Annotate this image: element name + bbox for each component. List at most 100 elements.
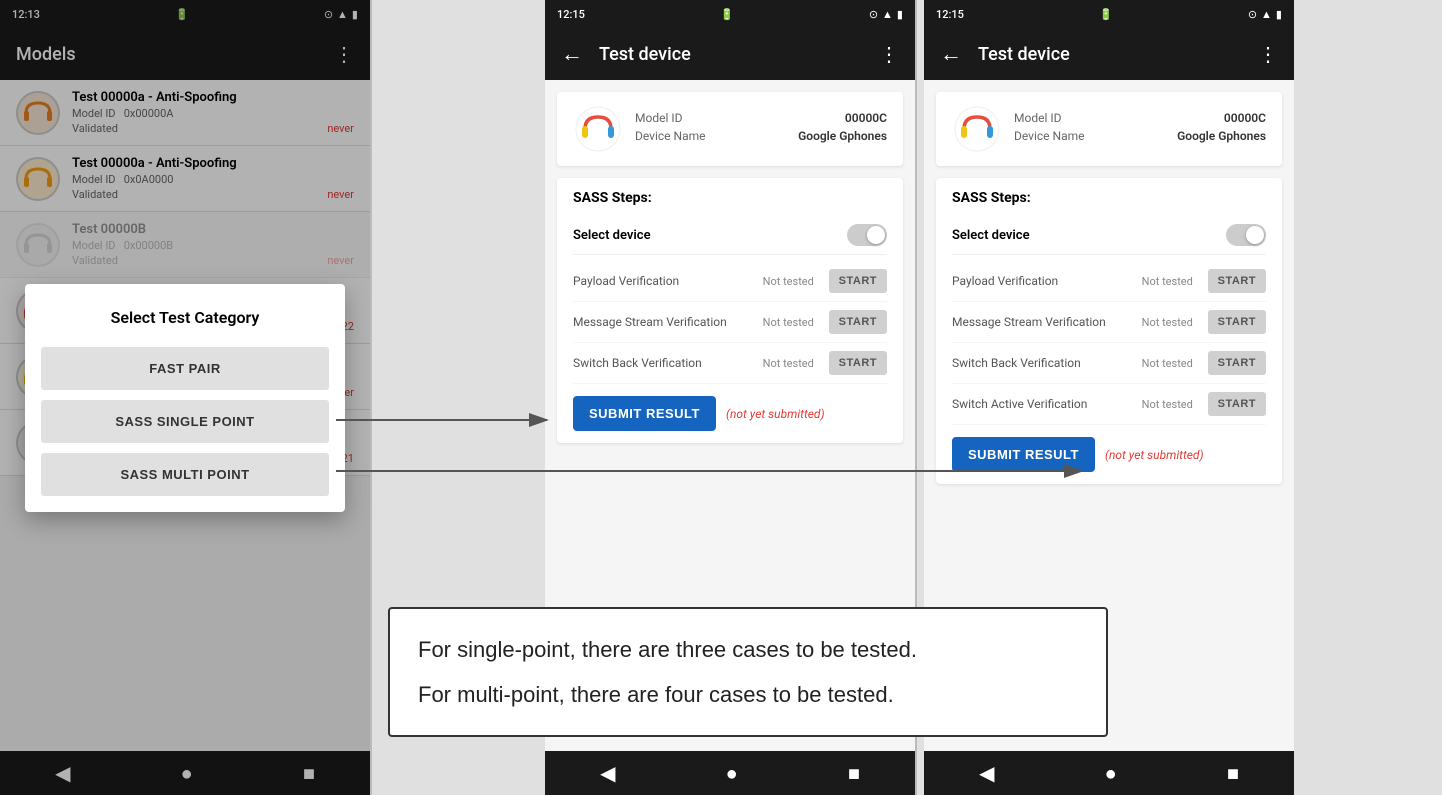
model-id-value-2: 00000C	[845, 111, 887, 125]
model-id-label-3: Model ID	[1014, 111, 1061, 125]
device-info-2: Model ID 00000C Device Name Google Gphon…	[635, 111, 887, 147]
remaining-space	[1294, 0, 1442, 795]
fast-pair-button[interactable]: FAST PAIR	[41, 347, 329, 390]
test-name: Message Stream Verification	[573, 315, 757, 329]
gap-area	[372, 0, 545, 795]
device-name-row-2: Device Name Google Gphones	[635, 129, 887, 143]
select-device-toggle-2[interactable]	[847, 224, 887, 246]
device-name-row-3: Device Name Google Gphones	[1014, 129, 1266, 143]
battery-icon-3: ▮	[1276, 8, 1282, 21]
device-card-2: Model ID 00000C Device Name Google Gphon…	[557, 92, 903, 166]
model-id-row-2: Model ID 00000C	[635, 111, 887, 125]
status-icons-2: ⊙ ▲ ▮	[869, 8, 903, 21]
device-name-label-2: Device Name	[635, 129, 706, 143]
test-status: Not tested	[1142, 357, 1202, 370]
submit-area-2: SUBMIT RESULT (not yet submitted)	[573, 384, 887, 431]
start-button[interactable]: START	[829, 351, 887, 375]
model-id-row-3: Model ID 00000C	[1014, 111, 1266, 125]
screen-1: 12:13 🔋 ⊙ ▲ ▮ Models ⋮ Test 00000a - A	[0, 0, 370, 795]
device-name-label-3: Device Name	[1014, 129, 1085, 143]
device-logo-2	[573, 104, 623, 154]
sass-section-2: SASS Steps: Select device Payload Verifi…	[557, 178, 903, 443]
status-time-3: 12:15	[936, 8, 964, 21]
wifi-icon-2: ▲	[882, 8, 893, 21]
more-icon-3[interactable]: ⋮	[1258, 42, 1278, 66]
back-nav-icon-3[interactable]: ◀	[979, 761, 994, 785]
status-bar-3: 12:15 🔋 ⊙ ▲ ▮	[924, 0, 1294, 28]
sass-section-3: SASS Steps: Select device Payload Verifi…	[936, 178, 1282, 484]
model-id-label-2: Model ID	[635, 111, 682, 125]
test-device-content-3: Model ID 00000C Device Name Google Gphon…	[924, 80, 1294, 751]
bottom-nav-3: ◀ ● ■	[924, 751, 1294, 795]
test-status: Not tested	[763, 316, 823, 329]
sass-single-point-button[interactable]: SASS SINGLE POINT	[41, 400, 329, 443]
start-button[interactable]: START	[829, 269, 887, 293]
status-icon-s2: 🔋	[720, 8, 734, 21]
home-nav-icon-2[interactable]: ●	[726, 761, 738, 786]
test-device-title-3: Test device	[978, 44, 1242, 65]
test-status: Not tested	[763, 275, 823, 288]
gap-area-2	[917, 0, 924, 795]
device-name-value-3: Google Gphones	[1177, 129, 1266, 143]
test-device-content-2: Model ID 00000C Device Name Google Gphon…	[545, 80, 915, 751]
test-name: Message Stream Verification	[952, 315, 1136, 329]
home-nav-icon-3[interactable]: ●	[1105, 761, 1117, 786]
status-bar-2: 12:15 🔋 ⊙ ▲ ▮	[545, 0, 915, 28]
select-device-toggle-3[interactable]	[1226, 224, 1266, 246]
select-category-dialog: Select Test Category FAST PAIR SASS SING…	[25, 284, 345, 512]
back-nav-icon-2[interactable]: ◀	[600, 761, 615, 785]
screen-2: 12:15 🔋 ⊙ ▲ ▮ ← Test device ⋮	[545, 0, 915, 795]
not-submitted-label-2: (not yet submitted)	[726, 407, 825, 421]
sass-multi-point-button[interactable]: SASS MULTI POINT	[41, 453, 329, 496]
signal-icon-2: ⊙	[869, 8, 878, 21]
status-icon-s3: 🔋	[1099, 8, 1113, 21]
status-time-2: 12:15	[557, 8, 585, 21]
sass-title-3: SASS Steps:	[952, 190, 1266, 206]
test-row: Switch Back Verification Not tested STAR…	[573, 343, 887, 384]
model-id-value-3: 00000C	[1224, 111, 1266, 125]
recents-nav-icon-3[interactable]: ■	[1227, 761, 1239, 786]
device-info-3: Model ID 00000C Device Name Google Gphon…	[1014, 111, 1266, 147]
select-device-label-3: Select device	[952, 228, 1030, 243]
test-status: Not tested	[1142, 275, 1202, 288]
test-name: Payload Verification	[573, 274, 757, 288]
test-status: Not tested	[1142, 316, 1202, 329]
test-row: Message Stream Verification Not tested S…	[573, 302, 887, 343]
back-icon-2[interactable]: ←	[561, 41, 583, 67]
select-device-row-3: Select device	[952, 216, 1266, 255]
device-card-3: Model ID 00000C Device Name Google Gphon…	[936, 92, 1282, 166]
start-button[interactable]: START	[1208, 392, 1266, 416]
battery-icon-2: ▮	[897, 8, 903, 21]
test-row: Payload Verification Not tested START	[952, 261, 1266, 302]
app-bar-2: ← Test device ⋮	[545, 28, 915, 80]
select-device-label-2: Select device	[573, 228, 651, 243]
dialog-title: Select Test Category	[41, 308, 329, 327]
test-row: Message Stream Verification Not tested S…	[952, 302, 1266, 343]
back-icon-3[interactable]: ←	[940, 41, 962, 67]
signal-icon-3: ⊙	[1248, 8, 1257, 21]
start-button[interactable]: START	[1208, 351, 1266, 375]
more-icon-2[interactable]: ⋮	[879, 42, 899, 66]
test-device-title-2: Test device	[599, 44, 863, 65]
test-name: Switch Back Verification	[573, 356, 757, 370]
submit-result-button-3[interactable]: SUBMIT RESULT	[952, 437, 1095, 472]
test-status: Not tested	[763, 357, 823, 370]
start-button[interactable]: START	[829, 310, 887, 334]
test-name: Payload Verification	[952, 274, 1136, 288]
start-button[interactable]: START	[1208, 310, 1266, 334]
start-button[interactable]: START	[1208, 269, 1266, 293]
toggle-knob-2	[867, 226, 885, 244]
app-bar-3: ← Test device ⋮	[924, 28, 1294, 80]
select-device-row-2: Select device	[573, 216, 887, 255]
bottom-nav-2: ◀ ● ■	[545, 751, 915, 795]
submit-area-3: SUBMIT RESULT (not yet submitted)	[952, 425, 1266, 472]
device-name-value-2: Google Gphones	[798, 129, 887, 143]
test-status: Not tested	[1142, 398, 1202, 411]
test-row: Switch Back Verification Not tested STAR…	[952, 343, 1266, 384]
test-name: Switch Back Verification	[952, 356, 1136, 370]
test-row: Payload Verification Not tested START	[573, 261, 887, 302]
submit-result-button-2[interactable]: SUBMIT RESULT	[573, 396, 716, 431]
wifi-icon-3: ▲	[1261, 8, 1272, 21]
status-icons-3: ⊙ ▲ ▮	[1248, 8, 1282, 21]
recents-nav-icon-2[interactable]: ■	[848, 761, 860, 786]
